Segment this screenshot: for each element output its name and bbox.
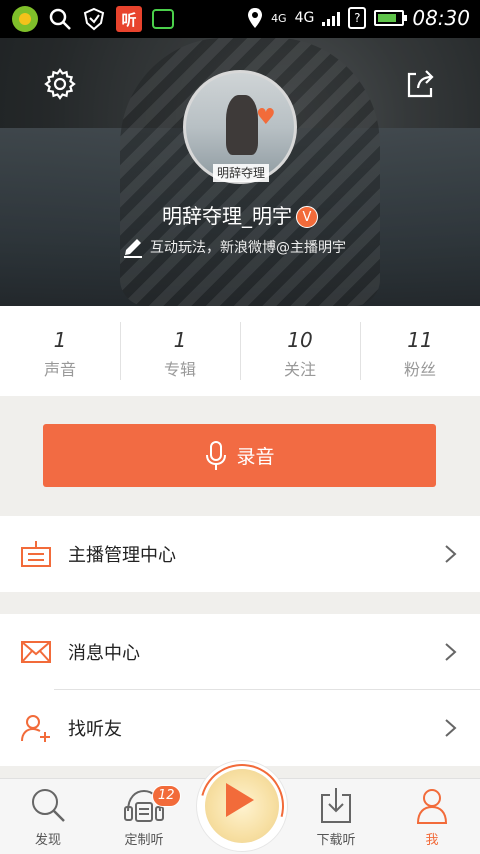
stat-fans[interactable]: 11 粉丝 <box>360 306 480 396</box>
envelope-icon <box>21 641 51 663</box>
status-bar: 听 4G 4G ? 08:30 <box>0 0 480 38</box>
stat-value: 1 <box>173 328 187 352</box>
chevron-right-icon <box>445 643 457 661</box>
now-playing-button[interactable] <box>184 748 300 854</box>
username-text: 明辞夺理_明宇 <box>162 204 292 228</box>
app-notification-icon <box>12 6 38 32</box>
stat-voices[interactable]: 1 声音 <box>0 306 120 396</box>
stat-albums[interactable]: 1 专辑 <box>120 306 240 396</box>
anchor-board-icon <box>21 541 51 567</box>
settings-gear-icon[interactable] <box>44 68 76 100</box>
menu-item-message-center[interactable]: 消息中心 <box>0 614 480 690</box>
shield-notification-icon <box>83 7 105 31</box>
stat-label: 专辑 <box>163 360 196 379</box>
menu-item-anchor-center[interactable]: 主播管理中心 <box>0 516 480 592</box>
nav-label: 发现 <box>34 833 61 848</box>
avatar-caption: 明辞夺理 <box>213 164 269 182</box>
signal-icon <box>322 10 341 26</box>
edit-pencil-icon <box>124 239 142 258</box>
download-icon <box>321 788 351 823</box>
microphone-icon <box>206 440 227 470</box>
stat-value: 11 <box>407 328 433 352</box>
stat-value: 10 <box>287 328 313 352</box>
menu-item-label: 主播管理中心 <box>68 545 176 566</box>
sim-icon: ? <box>348 7 367 29</box>
profile-header: ♥ 明辞夺理 明辞夺理_明宇 V 互动玩法，新浪微博@主播明宇 <box>0 38 480 306</box>
heart-icon: ♥ <box>256 105 276 130</box>
menu-item-label: 找听友 <box>68 719 122 740</box>
ting-app-icon: 听 <box>116 6 142 32</box>
location-icon <box>248 8 263 28</box>
play-icon <box>226 783 254 817</box>
chevron-right-icon <box>445 719 457 737</box>
menu-item-find-friends[interactable]: 找听友 <box>0 690 480 766</box>
network-type: 4G <box>294 10 315 26</box>
record-button-label: 录音 <box>236 446 275 468</box>
stat-label: 声音 <box>43 360 76 379</box>
username: 明辞夺理_明宇 V <box>0 200 480 229</box>
share-icon[interactable] <box>404 68 436 100</box>
nav-me[interactable]: 我 <box>392 785 472 848</box>
add-friend-icon <box>21 715 50 742</box>
bio-edit[interactable]: 互动玩法，新浪微博@主播明宇 <box>122 236 346 258</box>
stat-value: 1 <box>53 328 67 352</box>
nav-custom-listen[interactable]: 定制听 12 <box>104 785 184 848</box>
stat-following[interactable]: 10 关注 <box>240 306 360 396</box>
network-type-top: 4G <box>271 11 287 25</box>
nav-label: 我 <box>425 833 439 848</box>
stats-bar: 1 声音 1 专辑 10 关注 11 粉丝 <box>0 306 480 396</box>
unread-badge: 12 <box>152 785 181 807</box>
stat-label: 关注 <box>283 360 316 379</box>
user-profile-icon <box>416 789 448 824</box>
stat-label: 粉丝 <box>403 360 436 379</box>
verified-badge: V <box>296 206 318 228</box>
chevron-right-icon <box>445 545 457 563</box>
bio-text: 互动玩法，新浪微博@主播明宇 <box>150 240 346 256</box>
nav-discover[interactable]: 发现 <box>8 785 88 848</box>
search-notification-icon <box>49 8 71 30</box>
nav-label: 下载听 <box>316 833 356 848</box>
menu-item-label: 消息中心 <box>68 643 140 664</box>
nav-label: 定制听 <box>124 833 164 848</box>
record-button[interactable]: 录音 <box>43 424 436 487</box>
chat-notification-icon <box>152 9 174 29</box>
search-icon <box>32 789 65 822</box>
nav-downloads[interactable]: 下载听 <box>296 785 376 848</box>
battery-icon <box>374 10 408 26</box>
status-time: 08:30 <box>412 6 470 30</box>
